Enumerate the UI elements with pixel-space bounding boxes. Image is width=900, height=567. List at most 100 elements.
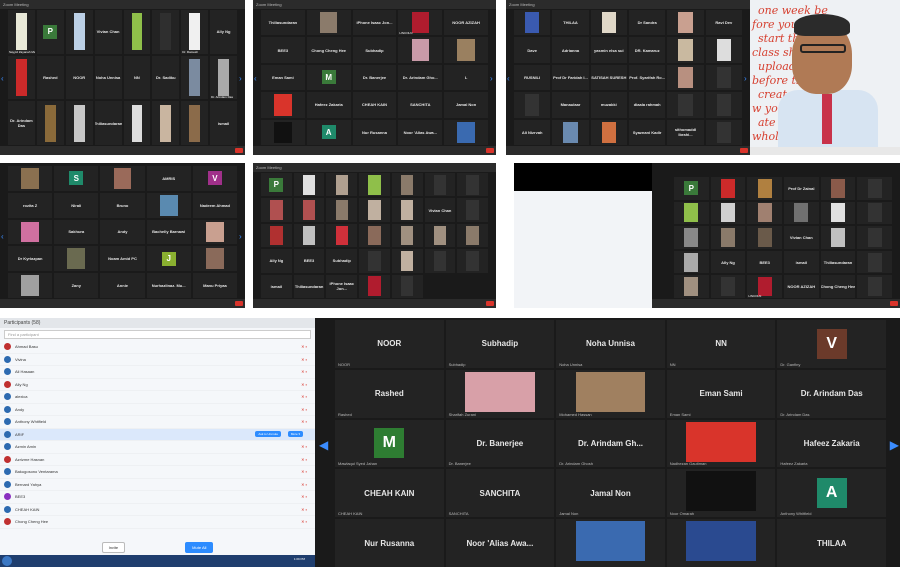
video-tile[interactable] xyxy=(391,223,423,248)
video-tile[interactable]: Adrianna xyxy=(552,37,589,63)
video-tile[interactable]: Dave xyxy=(514,37,551,63)
video-tile[interactable]: Ally Ng xyxy=(210,10,237,54)
video-tile[interactable]: P xyxy=(674,177,709,200)
video-tile[interactable] xyxy=(820,226,856,249)
video-tile[interactable] xyxy=(457,173,488,197)
video-tile[interactable]: Dr. Banerjee Dr. Banerjee xyxy=(445,419,555,468)
video-tile[interactable] xyxy=(667,37,704,63)
video-tile[interactable] xyxy=(293,198,325,222)
video-tile[interactable]: Bruno xyxy=(100,192,145,218)
video-tile[interactable]: NOOR AZIZAH xyxy=(784,275,819,298)
video-tile[interactable]: Syaznani Kadir xyxy=(628,119,666,145)
video-tile[interactable] xyxy=(261,223,292,248)
video-tile[interactable]: CHEAH KAIN xyxy=(352,92,397,118)
video-tile[interactable]: J xyxy=(146,246,191,272)
participant-row[interactable]: Bakugosono Ventarama ✕ ▪ xyxy=(0,466,315,479)
video-tile[interactable]: Noor 'Alias Awa... xyxy=(398,119,443,145)
video-tile[interactable]: NOOR AZIZAH xyxy=(444,10,488,36)
video-tile[interactable] xyxy=(552,119,589,145)
video-tile[interactable]: Mohamed Hassan xyxy=(556,369,665,418)
video-tile[interactable]: Prof. Syarifah Ro... xyxy=(628,64,666,91)
end-meeting-button[interactable] xyxy=(235,148,243,153)
video-tile[interactable]: Dr Kyriazpan xyxy=(8,246,53,272)
video-tile[interactable]: BEE3 xyxy=(261,37,305,63)
video-tile[interactable]: Thiliasundaran xyxy=(261,10,305,36)
video-tile[interactable]: Chong Cheng Hee xyxy=(306,37,351,63)
video-tile[interactable]: Subhadip Subhadip xyxy=(445,320,555,368)
next-page-arrow[interactable]: ▶ xyxy=(890,438,899,452)
video-tile[interactable] xyxy=(667,64,704,91)
video-tile[interactable] xyxy=(326,173,358,197)
participant-row[interactable]: Andy ✕ ▪ xyxy=(0,404,315,416)
video-tile[interactable] xyxy=(444,119,488,145)
prev-page-arrow[interactable]: ‹ xyxy=(1,232,6,241)
video-tile[interactable]: NOOR xyxy=(65,55,93,100)
video-tile[interactable]: Thiliasundaran xyxy=(94,101,122,145)
video-tile[interactable]: Annie xyxy=(100,273,145,298)
video-tile[interactable] xyxy=(820,177,856,200)
participant-row[interactable]: Azrizme Hasnan ✕ ▪ xyxy=(0,454,315,466)
video-tile[interactable]: THILAA xyxy=(552,10,589,36)
video-tile[interactable] xyxy=(667,10,704,36)
video-tile[interactable] xyxy=(705,119,742,145)
video-tile[interactable] xyxy=(261,198,292,222)
video-tile[interactable] xyxy=(666,519,776,567)
video-tile[interactable]: Noha Unnisa Noha Unnisa xyxy=(556,320,665,368)
video-tile[interactable]: diaala rahmah xyxy=(628,92,666,118)
video-tile[interactable] xyxy=(514,92,551,118)
video-tile[interactable] xyxy=(424,173,456,197)
participant-row[interactable]: ARIF Ask to Unmute More ▾ xyxy=(0,428,315,441)
video-tile[interactable] xyxy=(457,249,488,273)
video-tile[interactable]: Ali Nizrvah xyxy=(514,119,551,145)
video-tile[interactable]: A Anthony Whitfield xyxy=(777,469,886,518)
video-tile[interactable] xyxy=(857,226,892,249)
video-tile[interactable]: Sakhura xyxy=(54,219,99,245)
video-tile[interactable]: Vivian Chan xyxy=(424,198,456,222)
video-tile[interactable]: BEE3 xyxy=(293,249,325,273)
video-tile[interactable]: NOOR NOOR xyxy=(335,320,444,368)
video-tile[interactable]: Rashed xyxy=(36,55,64,100)
video-tile[interactable]: V Dr. Ganfiny xyxy=(777,320,886,368)
video-tile[interactable]: SANCHITA xyxy=(398,92,443,118)
video-tile[interactable]: Ravi Dev xyxy=(705,10,742,36)
video-tile[interactable] xyxy=(710,201,746,225)
video-tile[interactable]: Vivian Chan xyxy=(94,10,122,54)
video-tile[interactable]: Eman Sami Eman Sami xyxy=(666,369,776,418)
video-tile[interactable]: Nur Rusanna xyxy=(335,519,444,567)
end-meeting-button[interactable] xyxy=(486,148,494,153)
video-tile[interactable]: Subhadip xyxy=(352,37,397,63)
video-tile[interactable] xyxy=(123,101,151,145)
video-tile[interactable]: Dr. Arindam Gh... Dr. Arindam Ghosh xyxy=(556,419,665,468)
video-tile[interactable]: Andy xyxy=(100,219,145,245)
participant-row[interactable]: CHEAH KAIN ✕ ▪ xyxy=(0,504,315,516)
video-tile[interactable] xyxy=(590,119,627,145)
video-tile[interactable]: Dr. Arindam Das xyxy=(210,55,237,100)
video-tile[interactable]: Noor Omarah xyxy=(666,469,776,518)
participant-row[interactable]: Vivina ✕ ▪ xyxy=(0,354,315,366)
video-tile[interactable] xyxy=(293,173,325,197)
video-tile[interactable]: rozita Z xyxy=(8,192,53,218)
participant-row[interactable]: Chong Cheng Hee ✕ ▪ xyxy=(0,516,315,529)
video-tile[interactable] xyxy=(457,223,488,248)
video-tile[interactable] xyxy=(857,250,892,274)
video-tile[interactable] xyxy=(667,92,704,118)
video-tile[interactable] xyxy=(123,10,151,54)
video-tile[interactable]: muzakki xyxy=(590,92,627,118)
video-tile[interactable]: yasmin elsa sui xyxy=(590,37,627,63)
video-tile[interactable]: Ally Ng xyxy=(710,250,746,274)
video-tile[interactable] xyxy=(674,201,709,225)
video-tile[interactable]: LINCOLN xyxy=(398,10,443,36)
video-tile[interactable] xyxy=(192,219,237,245)
video-tile[interactable]: Jamal Non xyxy=(444,92,488,118)
participant-row[interactable]: alexica ✕ ▪ xyxy=(0,391,315,404)
video-tile[interactable] xyxy=(705,64,742,91)
video-tile[interactable]: CHEAH KAIN CHEAH KAIN xyxy=(335,469,444,518)
next-page-arrow[interactable]: › xyxy=(239,74,244,83)
video-tile[interactable] xyxy=(359,249,390,273)
video-tile[interactable]: NN xyxy=(123,55,151,100)
mute-all-button[interactable]: Mute All xyxy=(185,541,214,553)
video-tile[interactable] xyxy=(36,101,64,145)
video-tile[interactable] xyxy=(391,198,423,222)
video-tile[interactable]: Manu Priyaa xyxy=(192,273,237,298)
video-tile[interactable] xyxy=(8,166,53,191)
